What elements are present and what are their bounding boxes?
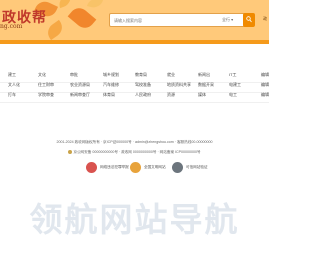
footer-copyright: 2001-2024 政收网版权所有 · 京ICP证000000号 · admin…	[56, 140, 213, 144]
category-link[interactable]: 电工	[229, 92, 237, 98]
category-link[interactable]: 编辑	[261, 92, 269, 98]
police-badge-icon	[68, 150, 73, 155]
category-link[interactable]: 人民政府	[135, 92, 151, 98]
search-input[interactable]	[114, 15, 218, 25]
site-logo[interactable]: 政收帮 ng.com	[0, 7, 46, 35]
badge-label: 网络违法犯罪举报	[100, 165, 129, 169]
category-link[interactable]: 体育局	[103, 92, 115, 98]
site-header: 政收帮 ng.com 全行 ▾ 政	[0, 0, 269, 40]
watermark-text: 领航网站导航	[29, 200, 240, 239]
search-scope-select[interactable]: 全行 ▾	[222, 15, 238, 25]
category-link[interactable]: 学院审查	[38, 92, 54, 98]
footer-record-text: 京公网安备 00000000000号 · 政收网 0000000000号 · 网…	[73, 150, 201, 154]
category-link[interactable]: 资源	[167, 92, 175, 98]
category-link[interactable]: 打车	[8, 92, 16, 98]
badge-icon	[172, 162, 183, 173]
badge-icon	[86, 162, 97, 173]
maple-leaf-decoration	[56, 0, 74, 9]
search-box: 全行 ▾	[109, 13, 246, 27]
category-row: 打车 学院审查 新闻审查厅 体育局 人民政府 资源 媒体 电工 编辑	[0, 88, 269, 103]
footer-record: 京公网安备 00000000000号 · 政收网 0000000000号 · 网…	[0, 150, 269, 155]
logo-domain: ng.com	[0, 23, 23, 30]
nav-bar	[0, 40, 269, 44]
badge-label: 可信网站验证	[186, 165, 208, 169]
maple-leaf-decoration	[67, 4, 97, 32]
maple-leaf-decoration	[44, 19, 66, 40]
header-right-link[interactable]: 政	[263, 16, 267, 22]
category-link[interactable]: 新闻审查厅	[70, 92, 90, 98]
badge-icon	[130, 162, 141, 173]
maple-leaf-decoration	[86, 0, 104, 10]
search-button[interactable]	[243, 13, 255, 27]
badge-label: 全国文明网站	[144, 165, 166, 169]
search-icon	[246, 16, 252, 23]
category-link[interactable]: 媒体	[198, 92, 206, 98]
